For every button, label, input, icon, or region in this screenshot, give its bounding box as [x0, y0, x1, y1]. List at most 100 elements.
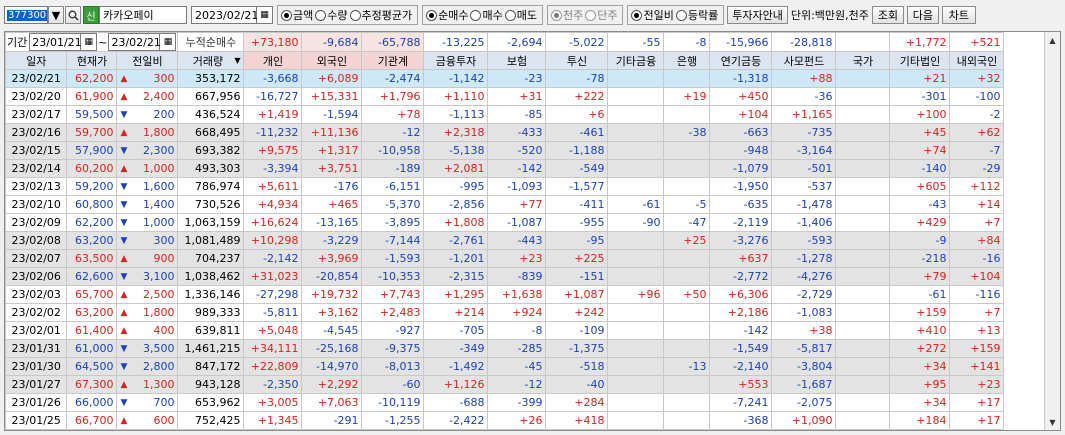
column-header[interactable]: 금융투자 [423, 51, 489, 70]
row-value [835, 123, 891, 142]
table-row[interactable]: 23/01/26 66,000 ▼ 700 653,962 +3,005 +7,063 -10… [5, 393, 1005, 412]
row-value: -1,093 [487, 177, 547, 196]
row-volume: 1,038,462 [177, 267, 245, 286]
change-value: 300 [153, 234, 175, 247]
radio-radio_group2-2[interactable]: 매도 [504, 7, 537, 23]
table-row[interactable]: 23/02/16 59,700 ▲ 1,800 668,495 -11,232 +11,13… [5, 123, 1005, 142]
period-to-input[interactable]: 23/02/21 [108, 33, 161, 51]
table-row[interactable]: 23/02/03 65,700 ▲ 2,500 1,336,146 -27,298 +19,… [5, 285, 1005, 304]
row-value: -2,140 [709, 357, 773, 376]
column-header[interactable]: 전일비 [116, 51, 179, 70]
table-row[interactable]: 23/02/20 61,900 ▲ 2,400 667,956 -16,727 +15,33… [5, 87, 1005, 106]
row-volume: 653,962 [177, 393, 245, 412]
column-header[interactable]: 기관계 [361, 51, 425, 70]
table-row[interactable]: 23/02/07 63,500 ▲ 900 704,237 -2,142 +3,969 -1,… [5, 249, 1005, 268]
row-value: +6,089 [301, 69, 363, 88]
row-value: +222 [545, 87, 609, 106]
search-button[interactable] [65, 6, 81, 24]
column-header[interactable]: 국가 [835, 51, 891, 70]
period-from-input[interactable]: 23/01/21 [29, 33, 82, 51]
radio-radio_group2-1[interactable]: 매수 [470, 7, 503, 23]
table-row[interactable]: 23/02/10 60,800 ▼ 1,400 730,526 +4,934 +465 -5,… [5, 195, 1005, 214]
query-button[interactable]: 조회 [871, 6, 904, 24]
vertical-scrollbar[interactable]: ▲ ▼ [1044, 32, 1060, 430]
column-header[interactable]: 기타법인 [889, 51, 951, 70]
column-header[interactable]: 내외국인 [949, 51, 1005, 70]
column-header[interactable]: 외국인 [301, 51, 363, 70]
row-value: +23 [487, 249, 547, 268]
column-header[interactable]: 은행 [663, 51, 711, 70]
change-wrap: ▼ 1,400 [120, 198, 174, 211]
table-row[interactable]: 23/02/06 62,600 ▼ 3,100 1,038,462 +31,023 -20,… [5, 267, 1005, 286]
table-row[interactable]: 23/02/08 63,200 ▼ 300 1,081,489 +10,298 -3,229… [5, 231, 1005, 250]
table-row[interactable]: 23/02/14 60,200 ▲ 1,000 493,303 -3,394 +3,751-… [5, 159, 1005, 178]
calendar-icon[interactable]: ▦ [81, 33, 98, 51]
table-row[interactable]: 23/01/31 61,000 ▼ 3,500 1,461,215 +34,111 -25,… [5, 339, 1005, 358]
row-volume: 353,172 [177, 69, 245, 88]
table-row[interactable]: 23/01/30 64,500 ▼ 2,800 847,172 +22,809 -14,97… [5, 357, 1005, 376]
radio-radio_group1-1[interactable]: 수량 [315, 7, 348, 23]
row-value: +465 [301, 195, 363, 214]
radio-radio_group1-2[interactable]: 추정평균가 [349, 7, 412, 23]
row-volume: 668,495 [177, 123, 245, 142]
row-value: +21 [889, 69, 951, 88]
row-value: -2,856 [423, 195, 489, 214]
investor-info-button[interactable]: 투자자안내 [727, 6, 788, 24]
change-wrap: ▼ 3,100 [120, 270, 174, 283]
radio-radio_group4-1[interactable]: 등락률 [675, 7, 718, 23]
table-row[interactable]: 23/02/01 61,400 ▲ 400 639,811 +5,048 -4,545 -92… [5, 321, 1005, 340]
row-value: +5,048 [243, 321, 303, 340]
calendar-icon[interactable]: ▦ [257, 6, 273, 24]
sort-down-icon[interactable]: ▼ [234, 56, 240, 65]
arrow-down-icon: ▼ [120, 397, 128, 408]
change-value: 2,500 [142, 288, 175, 301]
scroll-up-icon[interactable]: ▲ [1045, 32, 1060, 48]
table-row[interactable]: 23/02/15 57,900 ▼ 2,300 693,382 +9,575 +1,317-… [5, 141, 1005, 160]
next-button[interactable]: 다음 [906, 6, 939, 24]
table-row[interactable]: 23/02/13 59,200 ▼ 1,600 786,974 +5,611 -176 -6,… [5, 177, 1005, 196]
query-date-input[interactable]: 2023/02/21 [191, 6, 258, 24]
row-value: -10,958 [361, 141, 425, 160]
code-dropdown-button[interactable]: ▼ [48, 6, 64, 24]
stock-name-field[interactable]: 카카오페이 [99, 6, 187, 24]
column-header[interactable]: 기타금융 [607, 51, 665, 70]
summary-value: -2,694 [487, 32, 547, 52]
scroll-down-icon[interactable]: ▼ [1045, 414, 1060, 430]
row-value: -3,164 [771, 141, 837, 160]
summary-row: 기간 23/01/21 ▦ ~23/02/21 ▦ 누적순매수 +73,180 -9,684-… [5, 32, 1005, 52]
row-value: +77 [487, 195, 547, 214]
row-value: +17 [949, 411, 1005, 430]
row-value: +2,292 [301, 375, 363, 394]
row-value: -2,761 [423, 231, 489, 250]
table-row[interactable]: 23/01/27 67,300 ▲ 1,300 943,128 -2,350 +2,292-… [5, 375, 1005, 394]
change-wrap: ▼ 700 [120, 396, 174, 409]
table-row[interactable]: 23/02/09 62,200 ▼ 1,000 1,063,159 +16,624 -13,… [5, 213, 1005, 232]
column-header[interactable]: 보험 [487, 51, 547, 70]
radio-radio_group2-0[interactable]: 순매수 [426, 7, 468, 23]
row-date: 23/01/30 [5, 357, 68, 376]
row-price: 62,200 [66, 69, 118, 88]
column-header[interactable]: 사모펀드 [771, 51, 837, 70]
table-row[interactable]: 23/02/17 59,500 ▼ 200 436,524 +1,419 -1,594 +78… [5, 105, 1005, 124]
toolbar: 377300 ▼ 신 카카오페이 2023/02/21 ▦ 금액 수량 추정평균가 … [4, 4, 1061, 26]
radio-radio_group3-0[interactable]: 천주 [550, 7, 583, 23]
row-value: +45 [889, 123, 951, 142]
chart-button[interactable]: 차트 [941, 6, 976, 24]
column-header[interactable]: 현재가 [66, 51, 118, 70]
column-header[interactable]: 일자 [5, 51, 68, 70]
period-label: 기간 [7, 36, 28, 49]
column-header[interactable]: 투신 [545, 51, 609, 70]
stock-code-input[interactable]: 377300 [4, 6, 48, 24]
row-value: -100 [949, 87, 1005, 106]
calendar-icon[interactable]: ▦ [160, 33, 177, 51]
column-header[interactable]: 개인 [243, 51, 303, 70]
column-header[interactable]: 연기금등 [709, 51, 773, 70]
table-row[interactable]: 23/01/25 66,700 ▲ 600 752,425 +1,345 -291 -1,25… [5, 411, 1005, 430]
radio-radio_group4-0[interactable]: 전일비 [631, 7, 674, 23]
table-row[interactable]: 23/02/02 63,200 ▲ 1,800 989,333 -5,811 +3,162 +… [5, 303, 1005, 322]
table-row[interactable]: 23/02/21 62,200 ▲ 300 353,172 -3,668 +6,089 -2,… [5, 69, 1005, 88]
column-header[interactable]: 거래량 ▼ [177, 51, 245, 70]
radio-radio_group1-0[interactable]: 금액 [281, 7, 313, 23]
radio-radio_group3-1[interactable]: 단주 [585, 7, 617, 23]
row-value: -549 [545, 159, 609, 178]
